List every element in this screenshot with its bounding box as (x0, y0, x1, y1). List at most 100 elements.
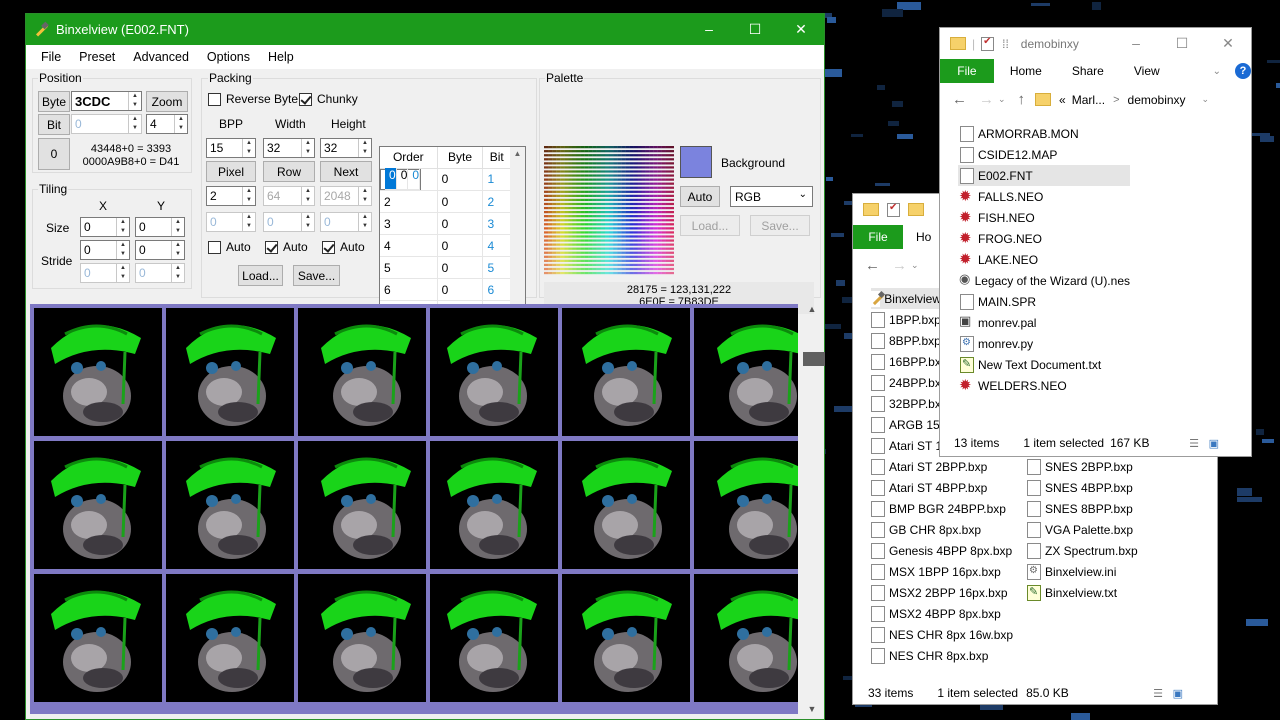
palette-swatch[interactable] (564, 154, 569, 157)
palette-swatch[interactable] (596, 235, 601, 238)
palette-swatch[interactable] (544, 247, 549, 250)
order-cell-bit[interactable]: 5 (482, 256, 511, 279)
palette-swatch[interactable] (576, 267, 581, 271)
palette-swatch[interactable] (556, 247, 561, 250)
palette-swatch[interactable] (633, 211, 638, 214)
palette-swatch[interactable] (564, 223, 569, 226)
palette-swatch[interactable] (596, 206, 601, 210)
palette-swatch[interactable] (637, 154, 642, 157)
palette-swatch[interactable] (584, 170, 589, 173)
palette-swatch[interactable] (588, 166, 593, 169)
palette-swatch[interactable] (665, 146, 671, 149)
spin-arrows[interactable]: ▲ ▼ (171, 241, 184, 259)
palette-swatch[interactable] (544, 202, 549, 206)
palette-swatch[interactable] (560, 190, 565, 193)
palette-swatch[interactable] (665, 227, 671, 230)
chevron-down-icon[interactable]: ⌄ (1213, 66, 1221, 77)
palette-swatch[interactable] (625, 178, 630, 181)
palette-swatch[interactable] (609, 190, 614, 193)
palette-swatch[interactable] (645, 247, 650, 250)
palette-swatch[interactable] (653, 243, 658, 246)
palette-swatch[interactable] (544, 231, 549, 234)
palette-swatch[interactable] (568, 243, 573, 246)
palette-swatch[interactable] (649, 239, 654, 242)
palette-swatch[interactable] (576, 227, 581, 230)
palette-swatch[interactable] (661, 158, 666, 161)
palette-swatch[interactable] (637, 178, 642, 181)
palette-swatch[interactable] (613, 146, 618, 149)
palette-swatch[interactable] (576, 251, 581, 254)
palette-swatch[interactable] (572, 150, 577, 153)
palette-swatch[interactable] (661, 194, 666, 197)
palette-swatch[interactable] (625, 243, 630, 246)
palette-swatch[interactable] (653, 174, 658, 177)
palette-swatch[interactable] (556, 202, 561, 206)
palette-swatch[interactable] (600, 215, 606, 218)
palette-swatch[interactable] (548, 170, 553, 173)
palette-auto-button[interactable]: Auto (680, 186, 720, 207)
palette-swatch[interactable] (544, 174, 549, 177)
palette-swatch[interactable] (645, 215, 650, 218)
order-table-row[interactable]: 000 (380, 168, 422, 190)
palette-swatch[interactable] (669, 150, 674, 153)
palette-swatch[interactable] (653, 223, 658, 226)
order-cell-bit[interactable]: 2 (482, 190, 511, 213)
palette-swatch[interactable] (588, 255, 593, 258)
palette-swatch[interactable] (609, 259, 614, 262)
palette-swatch[interactable] (556, 198, 561, 202)
palette-swatch[interactable] (544, 251, 549, 254)
palette-swatch[interactable] (596, 162, 601, 165)
details-view-icon[interactable]: ☰ (1189, 437, 1199, 450)
palette-swatch[interactable] (556, 154, 561, 157)
palette-swatch[interactable] (657, 146, 662, 149)
file-list-item[interactable]: NES CHR 8px.bxp (871, 645, 988, 666)
palette-swatch[interactable] (552, 186, 557, 189)
palette-swatch[interactable] (617, 231, 622, 234)
palette-swatch[interactable] (600, 202, 606, 206)
palette-swatch[interactable] (669, 239, 674, 242)
palette-swatch[interactable] (625, 271, 630, 275)
palette-swatch[interactable] (641, 150, 646, 153)
palette-swatch[interactable] (609, 231, 614, 234)
palette-swatch[interactable] (592, 239, 597, 242)
palette-swatch[interactable] (560, 223, 565, 226)
palette-swatch[interactable] (592, 162, 597, 165)
order-table-row[interactable]: 303 (380, 212, 511, 235)
palette-swatch[interactable] (552, 198, 557, 202)
palette-swatch[interactable] (653, 202, 658, 206)
palette-swatch[interactable] (584, 243, 589, 246)
palette-swatch[interactable] (617, 219, 622, 222)
palette-swatch[interactable] (665, 231, 671, 234)
size2-y-input[interactable]: 0 ▲ ▼ (135, 240, 185, 260)
palette-swatch[interactable] (604, 227, 610, 230)
palette-swatch[interactable] (653, 219, 658, 222)
palette-swatch[interactable] (613, 243, 618, 246)
palette-swatch[interactable] (645, 194, 650, 197)
palette-swatch[interactable] (552, 227, 557, 230)
palette-swatch[interactable] (653, 271, 658, 275)
palette-swatch[interactable] (584, 150, 589, 153)
palette-swatch[interactable] (657, 182, 662, 185)
palette-swatch[interactable] (641, 182, 646, 185)
palette-swatch[interactable] (584, 146, 589, 149)
palette-swatch[interactable] (653, 231, 658, 234)
palette-swatch[interactable] (625, 166, 630, 169)
palette-swatch[interactable] (572, 166, 577, 169)
palette-swatch[interactable] (657, 166, 662, 169)
palette-swatch[interactable] (661, 178, 666, 181)
palette-swatch[interactable] (576, 198, 581, 202)
spin-arrows[interactable]: ▲ ▼ (116, 218, 129, 236)
palette-swatch[interactable] (633, 251, 638, 254)
palette-swatch[interactable] (629, 251, 634, 254)
palette-swatch[interactable] (576, 235, 581, 238)
palette-swatch[interactable] (584, 215, 589, 218)
file-list-item[interactable]: 16BPP.bx (871, 351, 941, 372)
palette-swatch[interactable] (621, 247, 626, 250)
palette-swatch[interactable] (600, 170, 606, 173)
palette-swatch[interactable] (637, 170, 642, 173)
palette-swatch[interactable] (633, 243, 638, 246)
palette-swatch[interactable] (657, 170, 662, 173)
palette-swatch[interactable] (669, 186, 674, 189)
palette-swatch[interactable] (556, 259, 561, 262)
palette-swatch[interactable] (669, 267, 674, 271)
